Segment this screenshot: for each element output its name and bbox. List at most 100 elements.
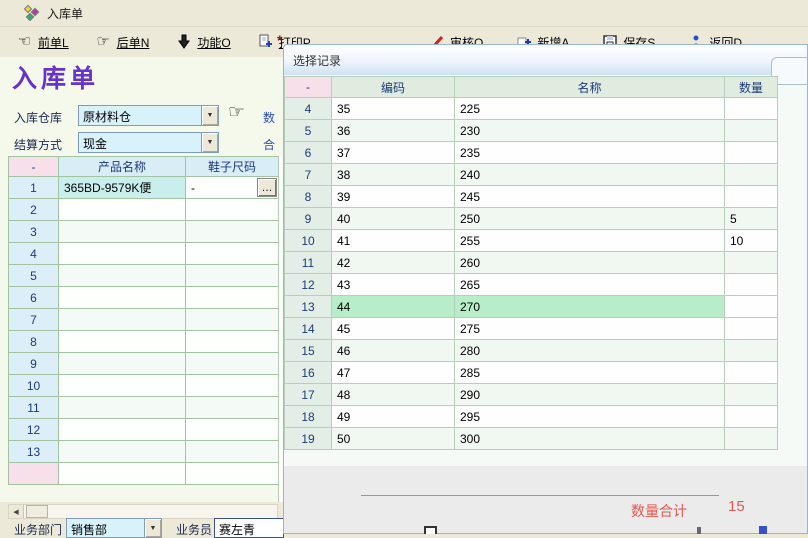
- row-number[interactable]: 13: [285, 296, 332, 318]
- cell-shoe-size[interactable]: [186, 463, 279, 485]
- row-number[interactable]: 11: [9, 397, 59, 419]
- row-number[interactable]: 6: [9, 287, 59, 309]
- cell-shoe-size[interactable]: [186, 397, 279, 419]
- row-number[interactable]: 9: [9, 353, 59, 375]
- cell-name[interactable]: 280: [455, 340, 725, 362]
- row-number[interactable]: 4: [285, 98, 332, 120]
- row-number[interactable]: 9: [285, 208, 332, 230]
- cell-product-name[interactable]: [59, 265, 186, 287]
- row-number[interactable]: 5: [9, 265, 59, 287]
- row-number[interactable]: 7: [9, 309, 59, 331]
- row-number[interactable]: 1: [9, 177, 59, 199]
- cell-quantity[interactable]: 5: [725, 208, 778, 230]
- cell-product-name[interactable]: [59, 375, 186, 397]
- cell-code[interactable]: 48: [332, 384, 455, 406]
- row-number[interactable]: 14: [285, 318, 332, 340]
- cell-quantity[interactable]: [725, 186, 778, 208]
- cell-product-name[interactable]: [59, 419, 186, 441]
- cell-quantity[interactable]: [725, 98, 778, 120]
- cell-product-name[interactable]: [59, 221, 186, 243]
- cell-code[interactable]: 49: [332, 406, 455, 428]
- row-number[interactable]: 3: [9, 221, 59, 243]
- cell-name[interactable]: 270: [455, 296, 725, 318]
- cell-quantity[interactable]: [725, 120, 778, 142]
- staff-field[interactable]: 赛左青: [214, 518, 284, 538]
- row-number[interactable]: 12: [285, 274, 332, 296]
- cell-shoe-size[interactable]: [186, 309, 279, 331]
- cell-product-name[interactable]: [59, 463, 186, 485]
- cell-name[interactable]: 260: [455, 252, 725, 274]
- row-number[interactable]: 11: [285, 252, 332, 274]
- row-number[interactable]: [9, 463, 59, 485]
- toolbar-button-后单N[interactable]: ☞后单N: [95, 34, 150, 51]
- cell-name[interactable]: 255: [455, 230, 725, 252]
- cell-code[interactable]: 45: [332, 318, 455, 340]
- cell-shoe-size[interactable]: [186, 353, 279, 375]
- cell-quantity[interactable]: [725, 296, 778, 318]
- row-number[interactable]: 6: [285, 142, 332, 164]
- cell-code[interactable]: 37: [332, 142, 455, 164]
- chevron-down-icon[interactable]: [201, 133, 218, 152]
- cell-code[interactable]: 40: [332, 208, 455, 230]
- row-number[interactable]: 10: [285, 230, 332, 252]
- cell-name[interactable]: 300: [455, 428, 725, 450]
- cell-product-name[interactable]: [59, 353, 186, 375]
- cell-quantity[interactable]: [725, 164, 778, 186]
- cell-code[interactable]: 36: [332, 120, 455, 142]
- cell-quantity[interactable]: [725, 274, 778, 296]
- cell-shoe-size[interactable]: [186, 243, 279, 265]
- cell-product-name[interactable]: [59, 199, 186, 221]
- horizontal-scrollbar[interactable]: [8, 504, 278, 519]
- chevron-down-icon[interactable]: [201, 106, 218, 125]
- cell-code[interactable]: 46: [332, 340, 455, 362]
- row-number[interactable]: 12: [9, 419, 59, 441]
- toolbar-button-前单L[interactable]: ☜前单L: [16, 34, 69, 51]
- cell-shoe-size[interactable]: [186, 221, 279, 243]
- cell-product-name[interactable]: [59, 331, 186, 353]
- cell-quantity[interactable]: [725, 142, 778, 164]
- cell-quantity[interactable]: [725, 406, 778, 428]
- cell-shoe-size[interactable]: [186, 265, 279, 287]
- cell-code[interactable]: 35: [332, 98, 455, 120]
- row-number[interactable]: 7: [285, 164, 332, 186]
- row-number[interactable]: 16: [285, 362, 332, 384]
- cell-product-name[interactable]: [59, 287, 186, 309]
- row-number[interactable]: 5: [285, 120, 332, 142]
- cell-code[interactable]: 41: [332, 230, 455, 252]
- row-number[interactable]: 2: [9, 199, 59, 221]
- cell-product-name[interactable]: [59, 309, 186, 331]
- cell-shoe-size[interactable]: [186, 287, 279, 309]
- row-number[interactable]: 8: [285, 186, 332, 208]
- cell-shoe-size[interactable]: -…: [186, 177, 279, 199]
- cell-code[interactable]: 47: [332, 362, 455, 384]
- cell-product-name[interactable]: [59, 397, 186, 419]
- warehouse-combobox[interactable]: 原材料仓: [78, 105, 219, 126]
- row-number[interactable]: 15: [285, 340, 332, 362]
- cell-shoe-size[interactable]: [186, 441, 279, 463]
- row-number[interactable]: 8: [9, 331, 59, 353]
- chevron-down-icon[interactable]: [144, 519, 161, 537]
- payment-combobox[interactable]: 现金: [78, 132, 219, 153]
- cell-quantity[interactable]: [725, 340, 778, 362]
- hand-pointer-icon[interactable]: ☞: [228, 101, 245, 124]
- cell-quantity[interactable]: [725, 428, 778, 450]
- department-combobox[interactable]: 销售部: [66, 518, 162, 538]
- cell-quantity[interactable]: [725, 362, 778, 384]
- size-picker-button[interactable]: …: [257, 178, 277, 197]
- cell-code[interactable]: 42: [332, 252, 455, 274]
- cell-shoe-size[interactable]: [186, 331, 279, 353]
- cell-code[interactable]: 50: [332, 428, 455, 450]
- cell-shoe-size[interactable]: [186, 419, 279, 441]
- cell-name[interactable]: 295: [455, 406, 725, 428]
- cell-name[interactable]: 250: [455, 208, 725, 230]
- cell-product-name[interactable]: [59, 441, 186, 463]
- cell-name[interactable]: 225: [455, 98, 725, 120]
- cell-quantity[interactable]: [725, 252, 778, 274]
- dialog-titlebar[interactable]: 选择记录: [284, 45, 807, 75]
- cell-name[interactable]: 285: [455, 362, 725, 384]
- cell-shoe-size[interactable]: [186, 375, 279, 397]
- toolbar-button-功能O[interactable]: 功能O: [175, 34, 230, 51]
- cell-code[interactable]: 38: [332, 164, 455, 186]
- cell-shoe-size[interactable]: [186, 199, 279, 221]
- cell-code[interactable]: 43: [332, 274, 455, 296]
